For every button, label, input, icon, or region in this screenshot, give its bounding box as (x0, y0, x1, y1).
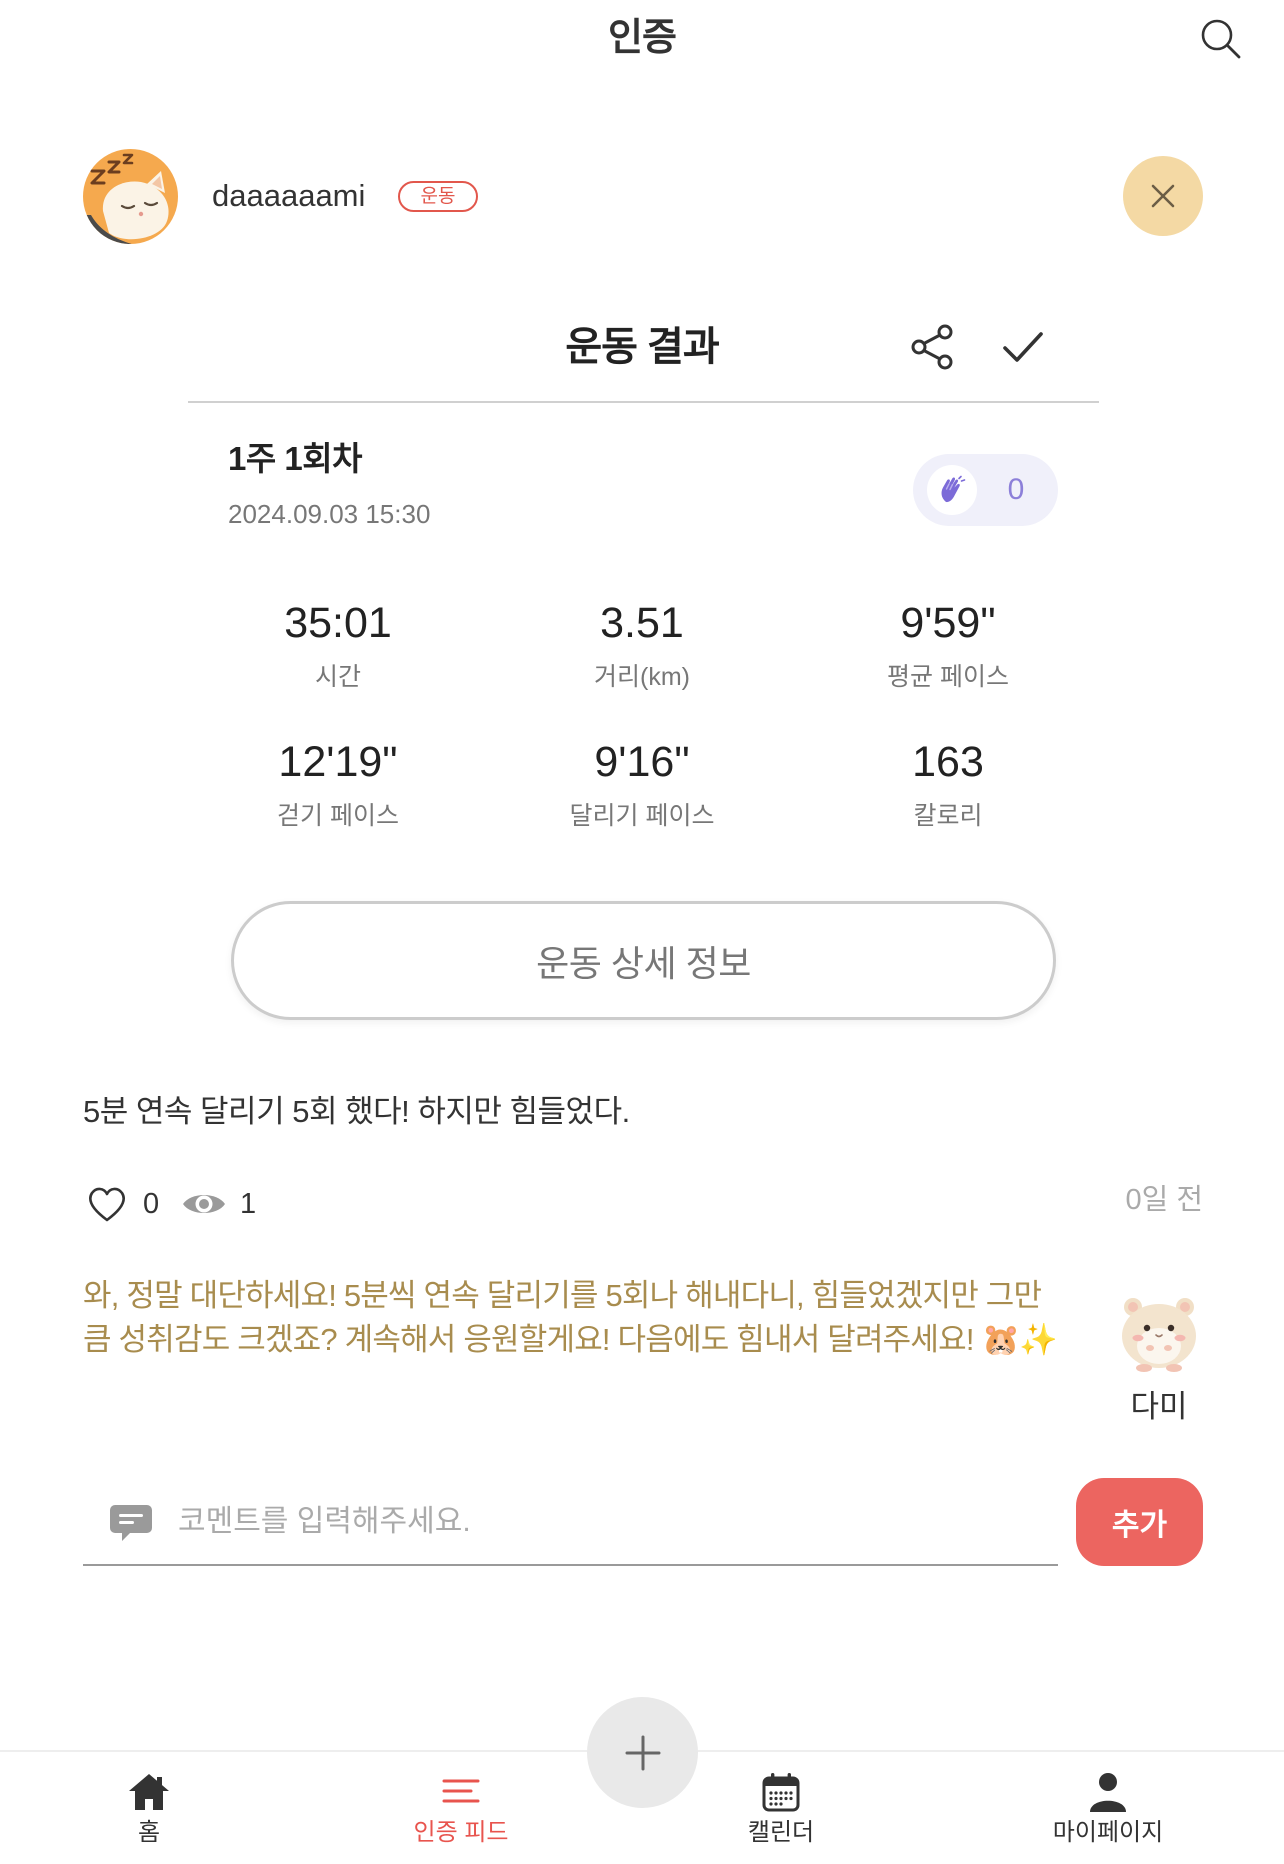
stat-value: 163 (912, 738, 984, 786)
app-screen: 인증 daaaaaami 운동 운동 결과 1주 1회차 2024.09.03 … (0, 0, 1284, 1864)
heart-icon (89, 1187, 125, 1222)
stat-value: 9'59" (900, 599, 996, 647)
share-icon (911, 324, 953, 370)
session-datetime: 2024.09.03 15:30 (228, 499, 431, 529)
nav-label: 캘린더 (747, 1819, 815, 1846)
card-divider (188, 401, 1099, 403)
stat-label: 거리(km) (594, 663, 690, 691)
close-icon (1151, 184, 1175, 208)
clap-icon-circle (927, 465, 977, 515)
calendar-icon (762, 1773, 800, 1812)
stat-walking-pace: 12'19" 걷기 페이스 (188, 736, 488, 832)
stat-time: 35:01 시간 (188, 597, 488, 693)
category-badge: 운동 (398, 181, 478, 212)
author-username[interactable]: daaaaaami (212, 176, 365, 216)
feed-icon (442, 1779, 480, 1803)
eye-icon (183, 1195, 225, 1213)
stat-label: 걷기 페이스 (277, 802, 399, 830)
like-button[interactable] (85, 1182, 129, 1226)
nav-item-mypage[interactable]: 마이페이지 (1008, 1764, 1208, 1854)
stat-running-pace: 9'16" 달리기 페이스 (492, 736, 792, 832)
stat-distance: 3.51 거리(km) (492, 597, 792, 693)
stat-label: 달리기 페이스 (569, 802, 715, 830)
post-time-ago: 0일 전 (1125, 1184, 1203, 1216)
comment-icon (110, 1505, 152, 1541)
nav-label: 마이페이지 (1052, 1819, 1164, 1846)
page-title: 인증 (608, 17, 677, 59)
nav-item-calendar[interactable]: 캘린더 (681, 1764, 881, 1854)
clap-icon (941, 475, 966, 503)
stat-calories: 163 칼로리 (798, 736, 1098, 832)
home-icon (129, 1774, 169, 1810)
nav-label: 홈 (137, 1819, 161, 1846)
clap-button[interactable]: 0 (913, 454, 1058, 526)
add-comment-button[interactable]: 추가 (1076, 1478, 1203, 1566)
search-icon[interactable] (1196, 14, 1244, 62)
comment-input[interactable] (178, 1500, 1048, 1544)
confirm-button[interactable] (998, 322, 1048, 372)
check-icon (1003, 332, 1043, 362)
close-button[interactable] (1123, 156, 1203, 236)
workout-detail-button[interactable]: 운동 상세 정보 (231, 901, 1056, 1020)
stat-value: 9'16" (594, 738, 690, 786)
ai-comment-text: 와, 정말 대단하세요! 5분씩 연속 달리기를 5회나 해내다니, 힘들었겠지… (83, 1278, 1058, 1357)
result-card-title: 운동 결과 (565, 325, 719, 369)
clap-count: 0 (1007, 473, 1025, 506)
nav-label: 인증 피드 (413, 1819, 509, 1846)
stat-average-pace: 9'59" 평균 페이스 (798, 597, 1098, 693)
person-icon (1090, 1773, 1126, 1812)
plus-icon (625, 1735, 660, 1770)
session-title: 1주 1회차 (228, 440, 362, 477)
stat-label: 평균 페이스 (887, 663, 1009, 691)
author-avatar[interactable] (83, 149, 178, 244)
stat-value: 3.51 (600, 599, 684, 647)
stat-value: 35:01 (284, 599, 392, 647)
view-count: 1 (240, 1188, 257, 1220)
hamster-avatar (1122, 1298, 1196, 1372)
stat-label: 시간 (314, 663, 361, 691)
ai-commenter-name: 다미 (1130, 1389, 1188, 1424)
nav-item-home[interactable]: 홈 (49, 1764, 249, 1854)
share-button[interactable] (907, 322, 957, 372)
nav-item-feed[interactable]: 인증 피드 (361, 1764, 561, 1854)
like-count: 0 (143, 1188, 160, 1220)
stat-label: 칼로리 (913, 802, 983, 830)
comment-input-underline (83, 1564, 1058, 1566)
stat-value: 12'19" (278, 738, 398, 786)
create-post-button[interactable] (587, 1697, 698, 1808)
post-body-text: 5분 연속 달리기 5회 했다! 하지만 힘들었다. (83, 1094, 630, 1129)
